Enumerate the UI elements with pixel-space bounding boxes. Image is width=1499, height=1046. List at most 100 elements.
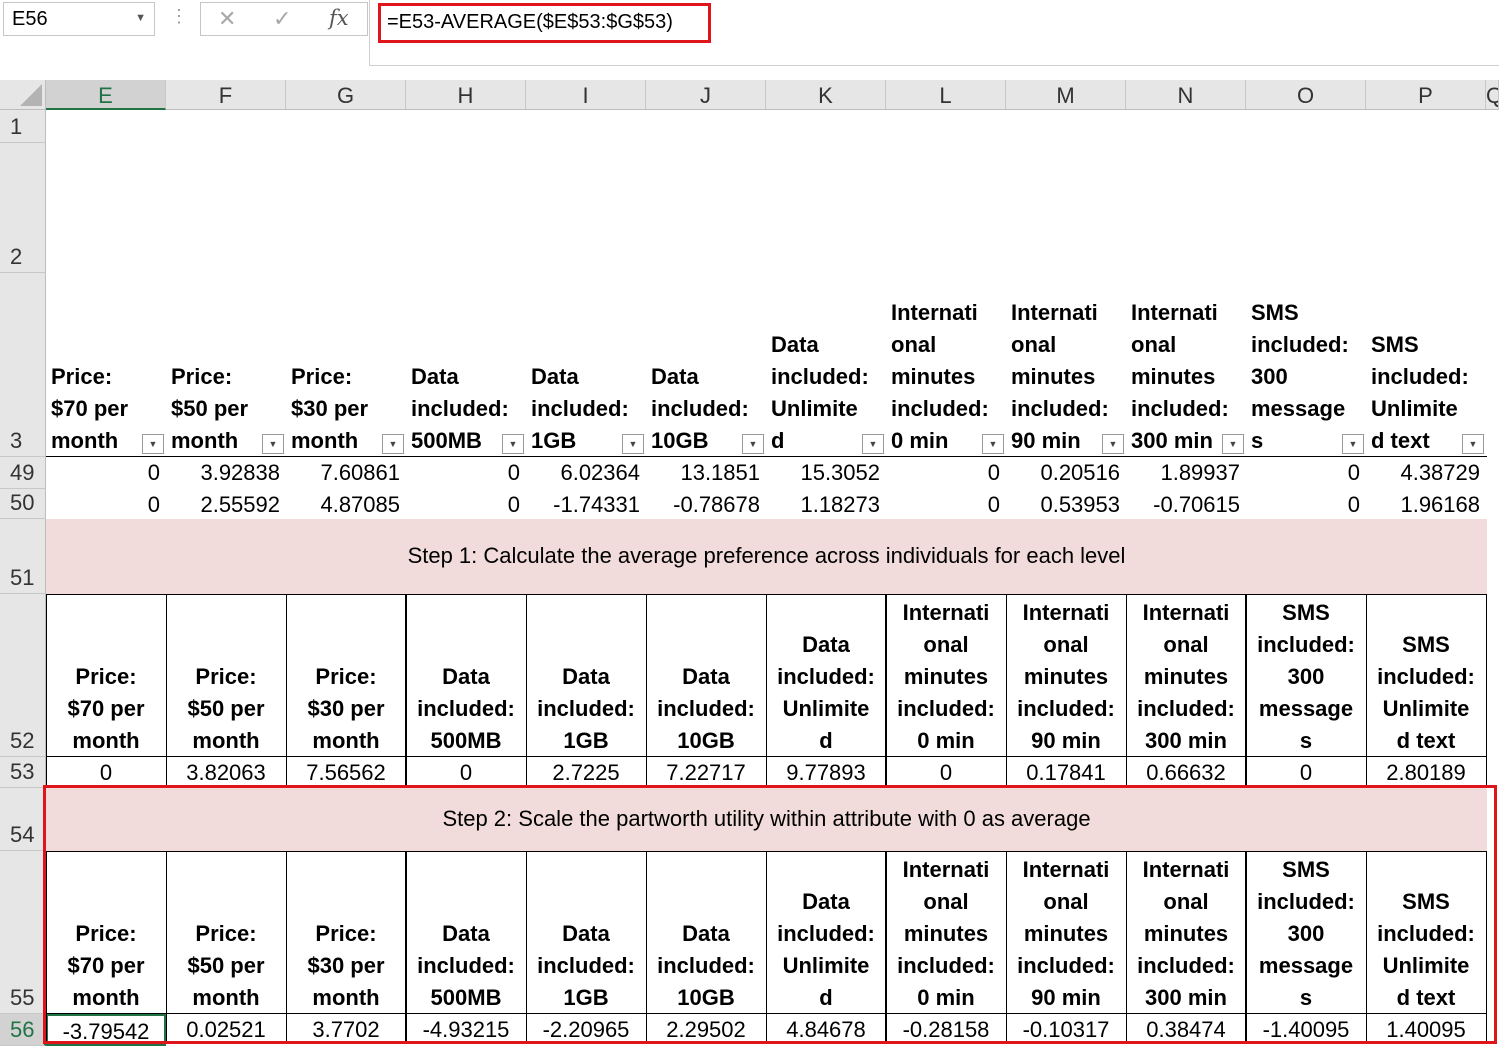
row-header-3[interactable]: 3 xyxy=(0,273,46,457)
cell-f52[interactable]: Price: $50 per month xyxy=(166,594,286,757)
column-header-g[interactable]: G xyxy=(286,80,406,110)
cell-e3[interactable]: Price: $70 per month ▼ xyxy=(46,273,166,457)
cell-h3[interactable]: Data included: 500MB ▼ xyxy=(406,273,526,457)
cell-n52[interactable]: Internati onal minutes included: 300 min xyxy=(1126,594,1246,757)
row-header-55[interactable]: 55 xyxy=(0,851,46,1014)
cell-o50[interactable]: 0 xyxy=(1246,489,1366,519)
step1-banner[interactable]: Step 1: Calculate the average preference… xyxy=(46,519,1487,594)
cell-i50[interactable]: -1.74331 xyxy=(526,489,646,519)
vertical-dots-icon[interactable]: ⋮ xyxy=(170,6,188,27)
filter-dropdown-icon[interactable]: ▼ xyxy=(1462,434,1484,454)
filter-dropdown-icon[interactable]: ▼ xyxy=(862,434,884,454)
cell-e50[interactable]: 0 xyxy=(46,489,166,519)
cell-k50[interactable]: 1.18273 xyxy=(766,489,886,519)
filter-dropdown-icon[interactable]: ▼ xyxy=(982,434,1004,454)
cell-p3[interactable]: SMS included: Unlimite d text ▼ xyxy=(1366,273,1486,457)
column-header-k[interactable]: K xyxy=(766,80,886,110)
cell-o52[interactable]: SMS included: 300 message s xyxy=(1246,594,1366,757)
cell-l50[interactable]: 0 xyxy=(886,489,1006,519)
cell-o53[interactable]: 0 xyxy=(1246,757,1366,788)
column-header-h[interactable]: H xyxy=(406,80,526,110)
cell-k49[interactable]: 15.3052 xyxy=(766,457,886,489)
column-header-i[interactable]: I xyxy=(526,80,646,110)
cell-m3[interactable]: Internati onal minutes included: 90 min ▼ xyxy=(1006,273,1126,457)
cell-g50[interactable]: 4.87085 xyxy=(286,489,406,519)
row-header-52[interactable]: 52 xyxy=(0,594,46,757)
cell-l52[interactable]: Internati onal minutes included: 0 min xyxy=(886,594,1006,757)
cell-m53[interactable]: 0.17841 xyxy=(1006,757,1126,788)
cell-f53[interactable]: 3.82063 xyxy=(166,757,286,788)
column-header-q[interactable]: Q xyxy=(1486,80,1499,110)
cell-j49[interactable]: 13.1851 xyxy=(646,457,766,489)
cell-j52[interactable]: Data included: 10GB xyxy=(646,594,766,757)
cell-h53[interactable]: 0 xyxy=(406,757,526,788)
cell-k53[interactable]: 9.77893 xyxy=(766,757,886,788)
cell-j3[interactable]: Data included: 10GB ▼ xyxy=(646,273,766,457)
cell-o3[interactable]: SMS included: 300 message s ▼ xyxy=(1246,273,1366,457)
cell-n3[interactable]: Internati onal minutes included: 300 min ▼ xyxy=(1126,273,1246,457)
cell-e52[interactable]: Price: $70 per month xyxy=(46,594,166,757)
filter-dropdown-icon[interactable]: ▼ xyxy=(382,434,404,454)
column-header-p[interactable]: P xyxy=(1366,80,1486,110)
cell-l49[interactable]: 0 xyxy=(886,457,1006,489)
cell-f49[interactable]: 3.92838 xyxy=(166,457,286,489)
cell-k3[interactable]: Data included: Unlimite d ▼ xyxy=(766,273,886,457)
column-header-j[interactable]: J xyxy=(646,80,766,110)
filter-dropdown-icon[interactable]: ▼ xyxy=(622,434,644,454)
cell-n53[interactable]: 0.66632 xyxy=(1126,757,1246,788)
cell-e53[interactable]: 0 xyxy=(46,757,166,788)
cell-n49[interactable]: 1.89937 xyxy=(1126,457,1246,489)
select-all-button[interactable] xyxy=(0,80,46,110)
cell-h52[interactable]: Data included: 500MB xyxy=(406,594,526,757)
cell-f50[interactable]: 2.55592 xyxy=(166,489,286,519)
cell-n50[interactable]: -0.70615 xyxy=(1126,489,1246,519)
cancel-icon[interactable]: ✕ xyxy=(218,6,236,32)
row-header-49[interactable]: 49 xyxy=(0,457,46,489)
cell-m50[interactable]: 0.53953 xyxy=(1006,489,1126,519)
column-header-f[interactable]: F xyxy=(166,80,286,110)
row-header-54[interactable]: 54 xyxy=(0,788,46,851)
filter-dropdown-icon[interactable]: ▼ xyxy=(742,434,764,454)
cell-g53[interactable]: 7.56562 xyxy=(286,757,406,788)
cell-i52[interactable]: Data included: 1GB xyxy=(526,594,646,757)
row-header-1[interactable]: 1 xyxy=(0,110,46,143)
cell-j50[interactable]: -0.78678 xyxy=(646,489,766,519)
filter-dropdown-icon[interactable]: ▼ xyxy=(1342,434,1364,454)
row-header-51[interactable]: 51 xyxy=(0,519,46,594)
cell-i53[interactable]: 2.7225 xyxy=(526,757,646,788)
cell-g52[interactable]: Price: $30 per month xyxy=(286,594,406,757)
cell-l53[interactable]: 0 xyxy=(886,757,1006,788)
enter-check-icon[interactable]: ✓ xyxy=(273,6,291,32)
cell-p53[interactable]: 2.80189 xyxy=(1366,757,1486,788)
row-header-56[interactable]: 56 xyxy=(0,1014,46,1046)
cell-g3[interactable]: Price: $30 per month ▼ xyxy=(286,273,406,457)
cell-p52[interactable]: SMS included: Unlimite d text xyxy=(1366,594,1486,757)
cell-i3[interactable]: Data included: 1GB ▼ xyxy=(526,273,646,457)
column-header-e[interactable]: E xyxy=(46,80,166,110)
filter-dropdown-icon[interactable]: ▼ xyxy=(1222,434,1244,454)
cell-o49[interactable]: 0 xyxy=(1246,457,1366,489)
name-box[interactable]: E56 ▼ xyxy=(3,2,155,36)
cell-i49[interactable]: 6.02364 xyxy=(526,457,646,489)
cell-e49[interactable]: 0 xyxy=(46,457,166,489)
filter-dropdown-icon[interactable]: ▼ xyxy=(262,434,284,454)
insert-function-icon[interactable]: fx xyxy=(329,6,349,30)
filter-dropdown-icon[interactable]: ▼ xyxy=(142,434,164,454)
column-header-o[interactable]: O xyxy=(1246,80,1366,110)
column-header-l[interactable]: L xyxy=(886,80,1006,110)
row-header-2[interactable]: 2 xyxy=(0,143,46,273)
cell-j53[interactable]: 7.22717 xyxy=(646,757,766,788)
column-header-m[interactable]: M xyxy=(1006,80,1126,110)
cell-p50[interactable]: 1.96168 xyxy=(1366,489,1486,519)
cell-p49[interactable]: 4.38729 xyxy=(1366,457,1486,489)
cell-h50[interactable]: 0 xyxy=(406,489,526,519)
cell-m52[interactable]: Internati onal minutes included: 90 min xyxy=(1006,594,1126,757)
cell-f3[interactable]: Price: $50 per month ▼ xyxy=(166,273,286,457)
filter-dropdown-icon[interactable]: ▼ xyxy=(502,434,524,454)
row-header-50[interactable]: 50 xyxy=(0,489,46,519)
cell-g49[interactable]: 7.60861 xyxy=(286,457,406,489)
cell-k52[interactable]: Data included: Unlimite d xyxy=(766,594,886,757)
cell-h49[interactable]: 0 xyxy=(406,457,526,489)
cell-l3[interactable]: Internati onal minutes included: 0 min ▼ xyxy=(886,273,1006,457)
column-header-n[interactable]: N xyxy=(1126,80,1246,110)
